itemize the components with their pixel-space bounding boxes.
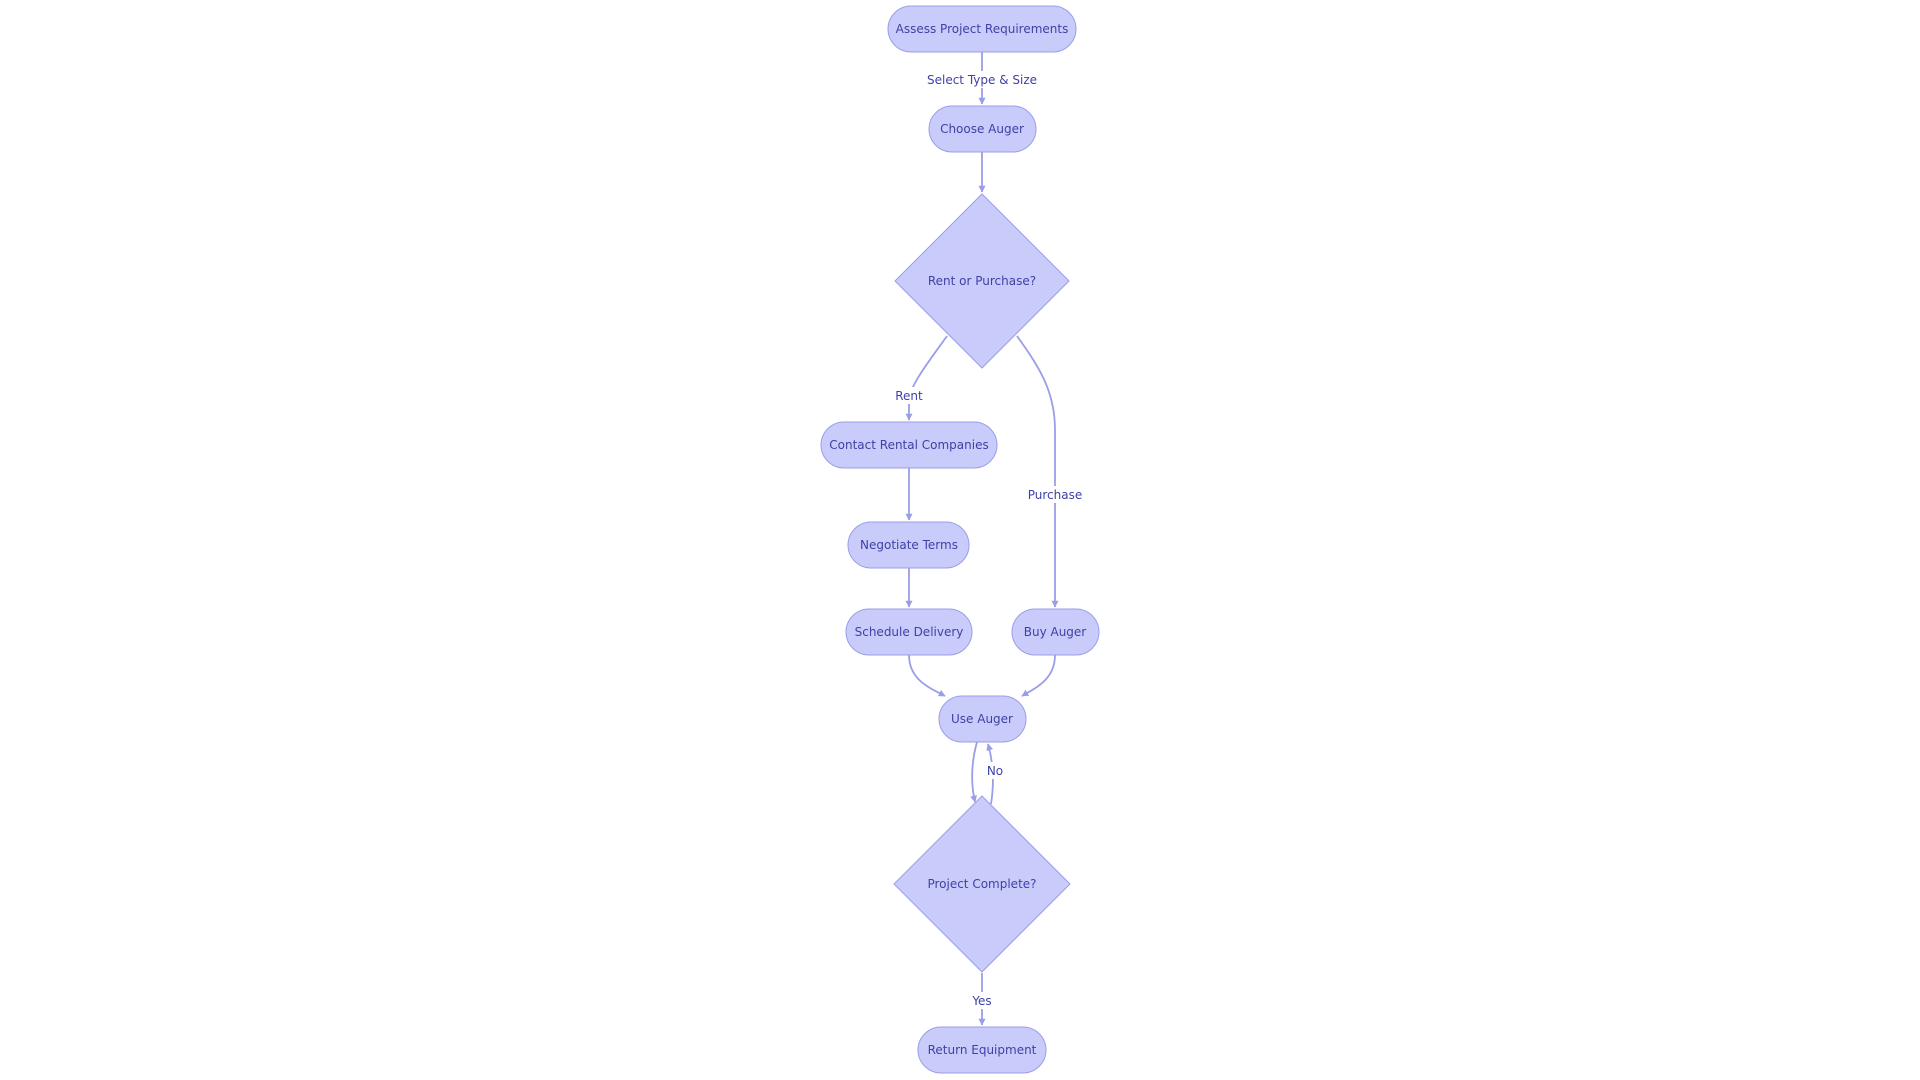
node-buy-auger[interactable]: Buy Auger xyxy=(1011,608,1100,656)
edge-label-select-type-size: Select Type & Size xyxy=(927,71,1037,88)
edge-label-rent: Rent xyxy=(894,387,924,404)
edge-schedule-use xyxy=(908,654,946,697)
svg-text:Select Type & Size: Select Type & Size xyxy=(927,73,1037,87)
svg-text:Purchase: Purchase xyxy=(1028,488,1083,502)
edge-use-complete xyxy=(970,741,978,803)
svg-text:No: No xyxy=(987,764,1003,778)
node-use-auger[interactable]: Use Auger xyxy=(938,695,1027,743)
node-project-complete-decision[interactable]: Project Complete? xyxy=(893,795,1071,973)
svg-text:Use Auger: Use Auger xyxy=(951,712,1013,726)
svg-text:Rent: Rent xyxy=(895,389,923,403)
node-schedule-delivery[interactable]: Schedule Delivery xyxy=(845,608,973,656)
node-assess-project-requirements[interactable]: Assess Project Requirements xyxy=(887,5,1077,53)
svg-text:Buy Auger: Buy Auger xyxy=(1024,625,1087,639)
node-return-equipment[interactable]: Return Equipment xyxy=(917,1026,1047,1074)
svg-text:Schedule Delivery: Schedule Delivery xyxy=(855,625,964,639)
svg-text:Negotiate Terms: Negotiate Terms xyxy=(860,538,958,552)
edge-label-yes: Yes xyxy=(970,992,994,1009)
svg-text:Return Equipment: Return Equipment xyxy=(928,1043,1037,1057)
svg-text:Assess Project Requirements: Assess Project Requirements xyxy=(896,22,1069,36)
node-rent-or-purchase-decision[interactable]: Rent or Purchase? xyxy=(894,193,1070,369)
node-choose-auger[interactable]: Choose Auger xyxy=(928,105,1037,153)
svg-text:Yes: Yes xyxy=(971,994,991,1008)
node-negotiate-terms[interactable]: Negotiate Terms xyxy=(847,521,970,569)
edge-label-purchase: Purchase xyxy=(1028,486,1083,503)
flowchart-canvas: Select Type & Size Rent Purchase No Yes … xyxy=(820,5,1100,1074)
svg-text:Rent or Purchase?: Rent or Purchase? xyxy=(928,274,1036,288)
svg-text:Project Complete?: Project Complete? xyxy=(927,877,1036,891)
edge-rent-or-purchase-contact xyxy=(905,335,948,421)
svg-text:Choose Auger: Choose Auger xyxy=(940,122,1024,136)
edge-label-no: No xyxy=(986,762,1006,779)
edge-rent-or-purchase-buy xyxy=(1016,335,1059,608)
node-contact-rental-companies[interactable]: Contact Rental Companies xyxy=(820,421,998,469)
edge-buy-use xyxy=(1021,654,1056,697)
nodes: Assess Project Requirements Choose Auger… xyxy=(820,5,1100,1074)
svg-text:Contact Rental Companies: Contact Rental Companies xyxy=(829,438,988,452)
